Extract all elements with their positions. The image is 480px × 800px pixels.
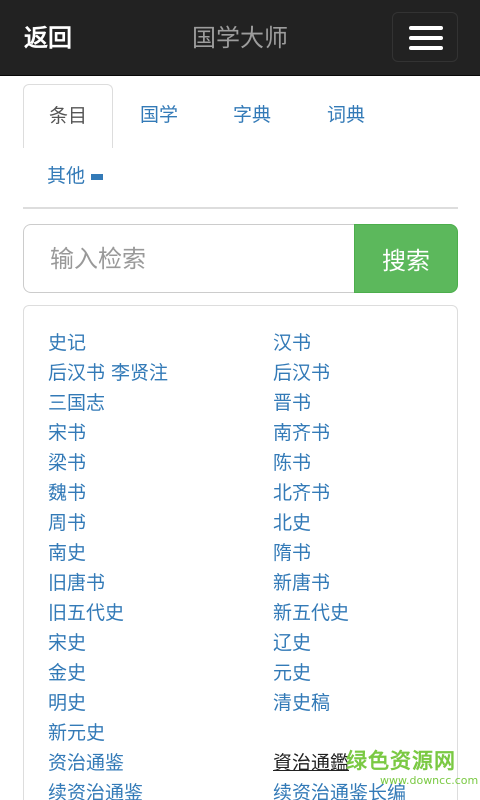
book-link[interactable]: 新元史 bbox=[48, 718, 273, 748]
book-link[interactable]: 周书 bbox=[48, 508, 273, 538]
book-link[interactable]: 资治通鉴 bbox=[48, 748, 273, 778]
search-bar: 搜索 bbox=[23, 224, 458, 293]
book-link[interactable]: 续资治通鉴长编 bbox=[273, 778, 448, 800]
book-link[interactable]: 新五代史 bbox=[273, 598, 448, 628]
book-link[interactable]: 续资治通鉴 bbox=[48, 778, 273, 800]
top-navbar: 返回 国学大师 bbox=[0, 0, 480, 76]
book-link[interactable]: 南史 bbox=[48, 538, 273, 568]
search-button[interactable]: 搜索 bbox=[354, 224, 458, 293]
book-link[interactable]: 晋书 bbox=[273, 388, 448, 418]
back-button[interactable]: 返回 bbox=[24, 20, 72, 56]
book-link[interactable]: 史记 bbox=[48, 328, 273, 358]
book-link[interactable]: 梁书 bbox=[48, 448, 273, 478]
book-link[interactable]: 資治通鑑 bbox=[273, 748, 448, 778]
tab-dictionary[interactable]: 字典 bbox=[233, 100, 271, 130]
tab-entries[interactable]: 条目 bbox=[23, 84, 113, 148]
book-link[interactable]: 清史稿 bbox=[273, 688, 448, 718]
book-link[interactable]: 北齐书 bbox=[273, 478, 448, 508]
book-link[interactable]: 后汉书 bbox=[273, 358, 448, 388]
book-link[interactable]: 宋书 bbox=[48, 418, 273, 448]
caret-icon bbox=[91, 173, 104, 180]
book-link[interactable]: 金史 bbox=[48, 658, 273, 688]
category-tabs: 条目 国学 字典 词典 其他 bbox=[23, 84, 458, 209]
book-link[interactable]: 元史 bbox=[273, 658, 448, 688]
menu-toggle-button[interactable] bbox=[392, 12, 458, 62]
tab-more-label: 其他 bbox=[47, 165, 86, 187]
book-link bbox=[273, 718, 448, 748]
book-list-panel: 史记 汉书 后汉书 李贤注 后汉书 三国志 晋书 宋书 南齐书 梁书 陈书 魏书 北齐书 周书 北史 南史隋… bbox=[23, 305, 458, 800]
book-link[interactable]: 魏书 bbox=[48, 478, 273, 508]
tab-more-dropdown[interactable]: 其他 bbox=[47, 161, 104, 191]
book-link[interactable]: 南齐书 bbox=[273, 418, 448, 448]
book-link[interactable]: 宋史 bbox=[48, 628, 273, 658]
book-link[interactable]: 汉书 bbox=[273, 328, 448, 358]
book-link[interactable]: 新唐书 bbox=[273, 568, 448, 598]
book-link[interactable]: 明史 bbox=[48, 688, 273, 718]
book-link[interactable]: 陈书 bbox=[273, 448, 448, 478]
search-input[interactable] bbox=[23, 224, 354, 293]
book-link[interactable]: 旧五代史 bbox=[48, 598, 273, 628]
tab-word-dictionary[interactable]: 词典 bbox=[327, 100, 365, 130]
book-link[interactable]: 北史 bbox=[273, 508, 448, 538]
book-link[interactable]: 后汉书 李贤注 bbox=[48, 358, 273, 388]
tab-guoxue[interactable]: 国学 bbox=[140, 100, 178, 130]
book-list: 史记 汉书 后汉书 李贤注 后汉书 三国志 晋书 宋书 南齐书 梁书 陈书 魏书 北齐书 周书 北史 南史隋… bbox=[48, 328, 448, 800]
book-link[interactable]: 旧唐书 bbox=[48, 568, 273, 598]
book-link[interactable]: 三国志 bbox=[48, 388, 273, 418]
book-link[interactable]: 辽史 bbox=[273, 628, 448, 658]
book-link[interactable]: 隋书 bbox=[273, 538, 448, 568]
